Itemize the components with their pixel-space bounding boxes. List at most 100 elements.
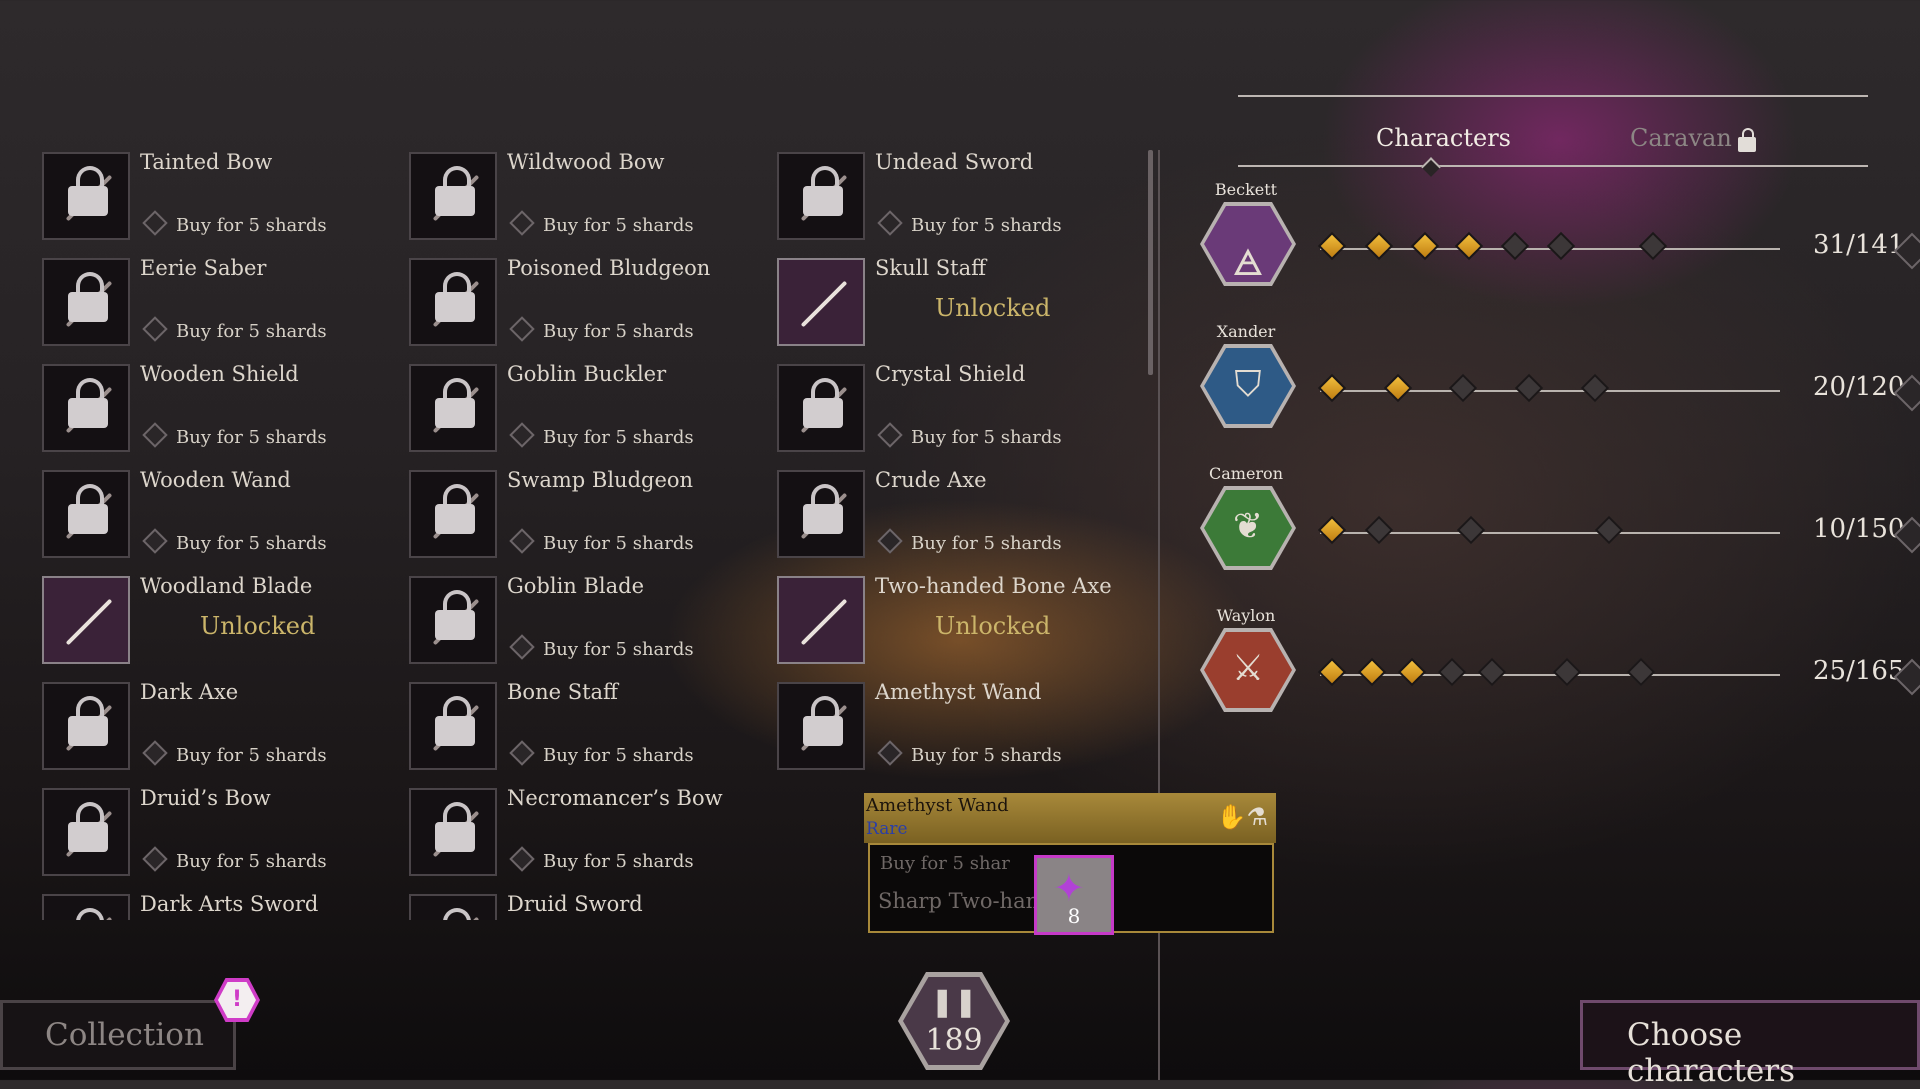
lock-icon [803,696,843,746]
character-portrait-icon[interactable]: 🜁 [1200,202,1296,286]
weapon-item[interactable]: Necromancer’s Bow Buy for 5 shards [407,786,767,892]
character-row[interactable]: Waylon ⚔ 25/165 [1196,606,1920,736]
shard-diamond-icon [142,846,168,872]
unlocked-label: Unlocked [200,612,316,640]
active-tab-indicator [1421,157,1441,177]
weapon-item[interactable]: Dark Arts Sword [40,892,400,920]
buy-price[interactable]: Buy for 5 shards [142,740,327,766]
milestone-empty-icon [1456,515,1486,545]
milestone-filled-icon [1317,657,1347,687]
lock-icon [1737,128,1756,152]
weapon-item[interactable]: Amethyst Wand Buy for 5 shards [775,680,1135,786]
buy-price[interactable]: Buy for 5 shards [509,422,694,448]
milestone-empty-icon [1626,657,1656,687]
shard-diamond-icon [142,422,168,448]
weapon-item[interactable]: Poisoned Bludgeon Buy for 5 shards [407,256,767,362]
character-progress: 10/150 [1813,514,1905,544]
choose-characters-button[interactable]: Choose characters [1580,1000,1920,1089]
weapon-item[interactable]: Undead Sword Buy for 5 shards [775,150,1135,256]
milestone-empty-icon [1500,231,1530,261]
weapon-thumbnail [42,258,130,346]
weapon-thumbnail [42,576,130,664]
weapon-item[interactable]: Woodland Blade Unlocked [40,574,400,680]
lock-icon [68,378,108,428]
lock-icon [68,696,108,746]
buy-price[interactable]: Buy for 5 shards [877,528,1062,554]
weapon-list-scrollbar[interactable] [1148,150,1153,375]
weapon-item[interactable]: Wooden Shield Buy for 5 shards [40,362,400,468]
milestone-filled-icon [1317,373,1347,403]
weapon-item[interactable]: Eerie Saber Buy for 5 shards [40,256,400,362]
buy-price-label: Buy for 5 shards [543,215,694,236]
weapon-item[interactable]: Swamp Bludgeon Buy for 5 shards [407,468,767,574]
weapon-name: Goblin Blade [507,574,645,598]
weapon-item[interactable]: Dark Axe Buy for 5 shards [40,680,400,786]
lock-icon [435,272,475,322]
buy-price[interactable]: Buy for 5 shards [142,210,327,236]
buy-price[interactable]: Buy for 5 shards [142,422,327,448]
weapon-item[interactable]: Bone Staff Buy for 5 shards [407,680,767,786]
buy-price[interactable]: Buy for 5 shards [142,528,327,554]
weapon-thumbnail [777,152,865,240]
weapon-item[interactable]: Wooden Wand Buy for 5 shards [40,468,400,574]
lock-icon [803,484,843,534]
weapon-thumbnail [777,682,865,770]
buy-price-label: Buy for 5 shards [176,533,327,554]
buy-price[interactable]: Buy for 5 shards [877,740,1062,766]
weapon-name: Bone Staff [507,680,618,704]
weapon-name: Necromancer’s Bow [507,786,723,810]
weapon-thumbnail [777,576,865,664]
weapon-item[interactable]: Skull Staff Unlocked [775,256,1135,362]
buy-price[interactable]: Buy for 5 shards [142,316,327,342]
shard-diamond-icon [509,740,535,766]
weapon-name: Wildwood Bow [507,150,665,174]
buy-price-label: Buy for 5 shards [911,745,1062,766]
tab-caravan[interactable]: Caravan [1630,124,1756,152]
buy-price[interactable]: Buy for 5 shards [509,846,694,872]
character-portrait-icon[interactable]: ⛉ [1200,344,1296,428]
character-name: Waylon [1216,606,1276,625]
buy-price[interactable]: Buy for 5 shards [877,422,1062,448]
tooltip-class-icons: ✋⚗ [1216,803,1268,831]
milestone-empty-icon [1437,657,1467,687]
buy-price-label: Buy for 5 shards [543,533,694,554]
character-portrait-icon[interactable]: ⚔ [1200,628,1296,712]
buy-price[interactable]: Buy for 5 shards [509,740,694,766]
buy-price-label: Buy for 5 shards [911,533,1062,554]
character-row[interactable]: Xander ⛉ 20/120 [1196,322,1920,452]
tooltip-obscured-price: Buy for 5 shar [880,853,1010,874]
weapon-item[interactable]: Goblin Blade Buy for 5 shards [407,574,767,680]
character-class-icon: ⚔ [1231,648,1265,689]
character-row[interactable]: Beckett 🜁 31/141 [1196,180,1920,310]
weapon-item[interactable]: Druid Sword [407,892,767,920]
buy-price[interactable]: Buy for 5 shards [877,210,1062,236]
buy-price[interactable]: Buy for 5 shards [509,634,694,660]
weapon-item[interactable]: Tainted Bow Buy for 5 shards [40,150,400,256]
weapon-name: Tainted Bow [140,150,273,174]
milestone-filled-icon [1357,657,1387,687]
tooltip-item-badge: ✦ 8 [1034,855,1114,935]
character-row[interactable]: Cameron ❦ 10/150 [1196,464,1920,594]
weapon-item[interactable]: Goblin Buckler Buy for 5 shards [407,362,767,468]
weapon-item[interactable]: Crystal Shield Buy for 5 shards [775,362,1135,468]
buy-price[interactable]: Buy for 5 shards [509,316,694,342]
weapon-item[interactable]: Crude Axe Buy for 5 shards [775,468,1135,574]
character-portrait-icon[interactable]: ❦ [1200,486,1296,570]
shard-diamond-icon [509,210,535,236]
weapon-thumbnail [42,894,130,920]
buy-price[interactable]: Buy for 5 shards [509,528,694,554]
collection-button[interactable]: Collection [0,1000,236,1070]
weapon-icon [800,598,848,646]
character-class-icon: ❦ [1232,506,1264,547]
weapon-item[interactable]: Two-handed Bone Axe Unlocked [775,574,1135,680]
buy-price[interactable]: Buy for 5 shards [509,210,694,236]
buy-price[interactable]: Buy for 5 shards [142,846,327,872]
weapon-name: Druid’s Bow [140,786,271,810]
panel-divider [1158,150,1160,1080]
weapon-item[interactable]: Druid’s Bow Buy for 5 shards [40,786,400,892]
weapon-item[interactable]: Wildwood Bow Buy for 5 shards [407,150,767,256]
buy-price-label: Buy for 5 shards [176,427,327,448]
milestone-filled-icon [1383,373,1413,403]
weapon-thumbnail [42,152,130,240]
tab-characters[interactable]: Characters [1376,124,1511,152]
